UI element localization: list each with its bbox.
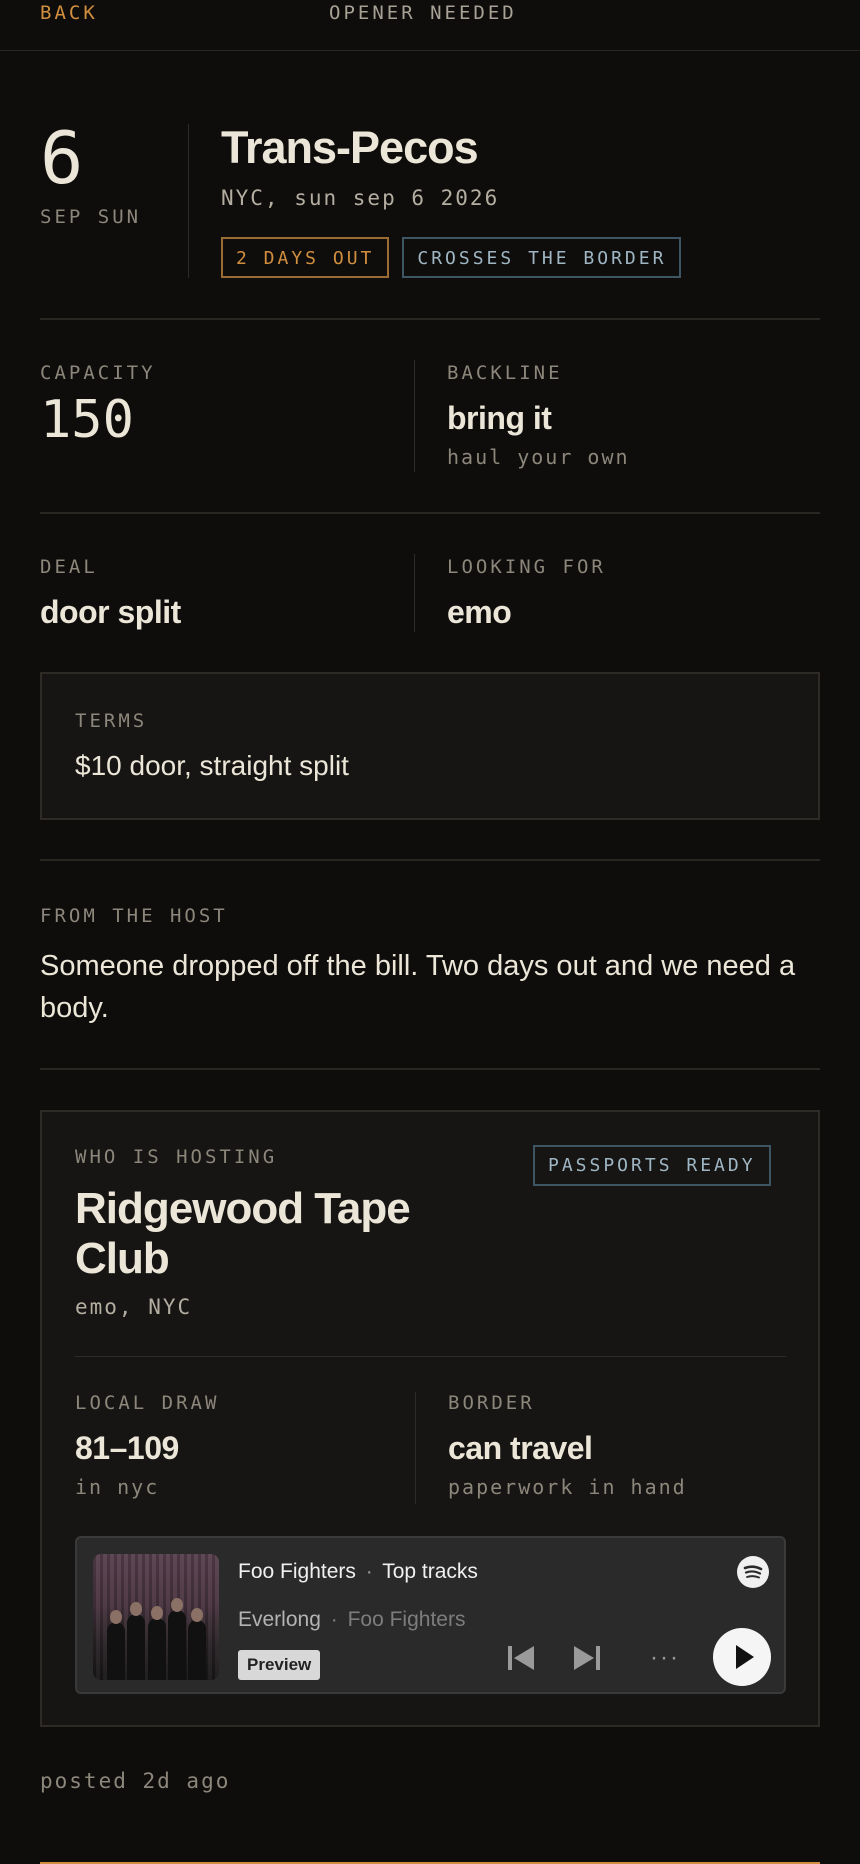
player-title[interactable]: Foo Fighters · Top tracks bbox=[238, 1560, 478, 1584]
player-track[interactable]: Everlong · Foo Fighters bbox=[238, 1608, 465, 1632]
local-draw-label: LOCAL DRAW bbox=[75, 1392, 220, 1414]
band-member bbox=[127, 1602, 145, 1680]
deal-cell: DEAL door split bbox=[40, 556, 181, 631]
event-location-date: NYC, sun sep 6 2026 bbox=[221, 186, 500, 210]
top-bar: BACK OPENER NEEDED bbox=[0, 0, 860, 51]
border-label: BORDER bbox=[448, 1392, 535, 1414]
looking-for-cell: LOOKING FOR emo bbox=[447, 556, 606, 631]
border-cell: BORDER can travel paperwork in hand bbox=[448, 1392, 687, 1499]
host-note-text: Someone dropped off the bill. Two days o… bbox=[40, 950, 796, 1024]
spotify-icon[interactable] bbox=[737, 1556, 769, 1588]
divider bbox=[75, 1356, 786, 1357]
posted-time: posted 2d ago bbox=[40, 1769, 231, 1793]
preview-badge: Preview bbox=[238, 1650, 321, 1680]
venue-title: Trans-Pecos bbox=[221, 122, 479, 173]
previous-track-icon[interactable] bbox=[505, 1642, 537, 1674]
title-separator: · bbox=[365, 1560, 373, 1583]
terms-label: TERMS bbox=[75, 710, 148, 732]
local-draw-cell: LOCAL DRAW 81–109 in nyc bbox=[75, 1392, 219, 1499]
host-name: Ridgewood Tape Club bbox=[75, 1184, 411, 1283]
passports-badge: PASSPORTS READY bbox=[533, 1145, 771, 1186]
terms-value: $10 door, straight split bbox=[75, 750, 349, 781]
days-out-badge: 2 DAYS OUT bbox=[221, 237, 390, 278]
next-track-icon[interactable] bbox=[571, 1642, 603, 1674]
border-badge: CROSSES THE BORDER bbox=[402, 237, 682, 278]
deal-value: door split bbox=[40, 594, 181, 630]
backline-note: haul your own bbox=[447, 445, 630, 469]
looking-for-value: emo bbox=[447, 594, 512, 630]
band-member bbox=[107, 1610, 125, 1680]
track-artist: Foo Fighters bbox=[347, 1608, 466, 1631]
page-title: OPENER NEEDED bbox=[329, 2, 517, 24]
date-month-weekday: SEP SUN bbox=[40, 206, 142, 228]
band-member bbox=[148, 1606, 166, 1680]
capacity-label: CAPACITY bbox=[40, 362, 156, 384]
hosting-label: WHO IS HOSTING bbox=[75, 1146, 278, 1168]
player-title-suffix: Top tracks bbox=[382, 1560, 478, 1583]
back-button[interactable]: BACK bbox=[40, 0, 98, 26]
band-member bbox=[168, 1598, 186, 1680]
host-genre-city: emo, NYC bbox=[75, 1295, 193, 1319]
deal-label: DEAL bbox=[40, 556, 98, 578]
backline-cell: BACKLINE bring it haul your own bbox=[447, 362, 630, 469]
terms-box: TERMS $10 door, straight split bbox=[40, 672, 820, 820]
track-separator: · bbox=[330, 1608, 338, 1631]
backline-label: BACKLINE bbox=[447, 362, 563, 384]
track-name: Everlong bbox=[238, 1608, 321, 1631]
divider bbox=[40, 318, 820, 320]
divider bbox=[40, 512, 820, 514]
spotify-embed[interactable]: Foo Fighters · Top tracks Everlong · Foo… bbox=[75, 1536, 786, 1694]
more-options-icon[interactable]: ··· bbox=[643, 1638, 687, 1678]
date-day: 6 bbox=[40, 116, 84, 200]
play-button[interactable] bbox=[713, 1628, 771, 1686]
local-draw-value: 81–109 bbox=[75, 1430, 179, 1466]
host-note-label: FROM THE HOST bbox=[40, 905, 228, 927]
divider bbox=[414, 554, 415, 632]
event-tags: 2 DAYS OUT CROSSES THE BORDER bbox=[221, 237, 682, 278]
divider bbox=[414, 360, 415, 472]
album-cover-image bbox=[93, 1554, 219, 1680]
date-block: 6 SEP SUN bbox=[40, 118, 190, 228]
divider bbox=[415, 1392, 416, 1504]
player-artist-title: Foo Fighters bbox=[238, 1560, 356, 1583]
border-value: can travel bbox=[448, 1430, 593, 1466]
border-note: paperwork in hand bbox=[448, 1475, 687, 1499]
local-draw-note: in nyc bbox=[75, 1475, 160, 1499]
band-member bbox=[188, 1608, 206, 1680]
backline-value: bring it bbox=[447, 400, 552, 436]
capacity-value: 150 bbox=[40, 390, 134, 450]
capacity-cell: CAPACITY 150 bbox=[40, 362, 156, 448]
divider bbox=[40, 1068, 820, 1070]
looking-for-label: LOOKING FOR bbox=[447, 556, 606, 578]
host-card: WHO IS HOSTING PASSPORTS READY Ridgewood… bbox=[40, 1110, 820, 1727]
divider bbox=[40, 859, 820, 861]
divider bbox=[188, 124, 189, 278]
